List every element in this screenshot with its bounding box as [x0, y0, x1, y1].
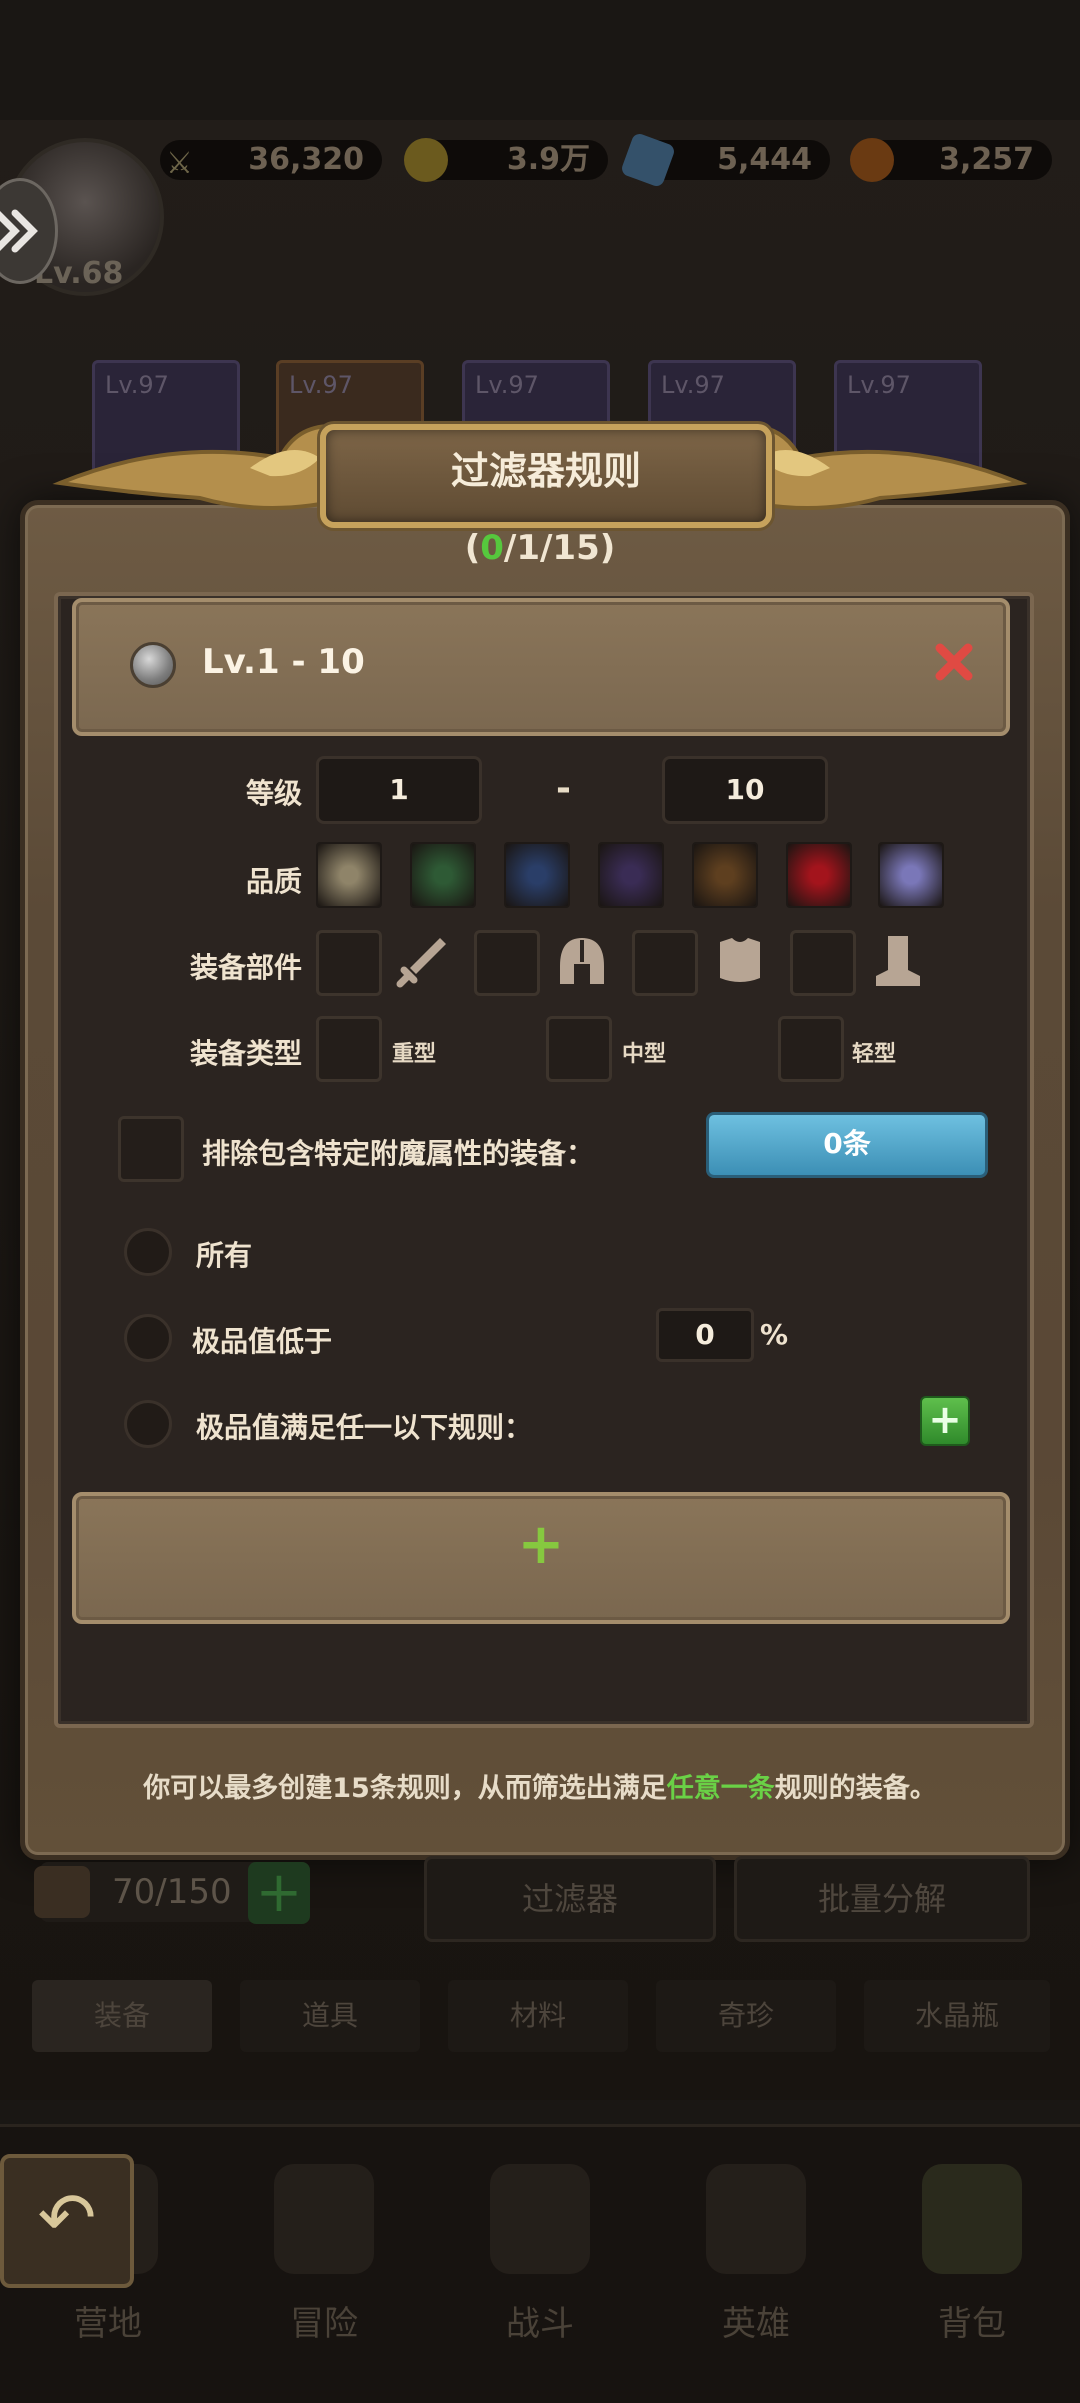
- option-all-label: 所有: [196, 1239, 253, 1272]
- option-all-radio[interactable]: [124, 1228, 172, 1276]
- orb-icon: [850, 138, 894, 182]
- tab-crystal-bottles[interactable]: 水晶瓶: [864, 1980, 1050, 2052]
- swords-icon: ⚔: [166, 146, 193, 181]
- nav-bag[interactable]: 背包: [864, 2124, 1080, 2400]
- power-display: 36,320: [160, 140, 382, 180]
- gold-coin-icon: [404, 138, 448, 182]
- helmet-icon: [552, 930, 612, 990]
- sword-icon: [392, 930, 452, 990]
- below-value-input[interactable]: 0: [656, 1308, 754, 1362]
- hero-card-level: Lv.97: [847, 371, 911, 399]
- plus-icon: +: [928, 1397, 962, 1443]
- armor-icon: [710, 930, 770, 990]
- hero-card-level: Lv.97: [289, 371, 353, 399]
- tab-materials[interactable]: 材料: [448, 1980, 628, 2052]
- quality-swatch[interactable]: [504, 842, 570, 908]
- nav-camp-label: 营地: [74, 2304, 142, 2344]
- type-medium-label: 中型: [622, 1042, 667, 1067]
- type-heavy-label: 重型: [392, 1042, 437, 1067]
- tab-treasures[interactable]: 奇珍: [656, 1980, 836, 2052]
- power-value: 36,320: [160, 140, 382, 180]
- chest-icon: [34, 1866, 90, 1918]
- boot-icon: [866, 930, 926, 990]
- nav-adventure-label: 冒险: [290, 2304, 358, 2344]
- knight-helmet-icon: [706, 2164, 806, 2274]
- nav-battle-label: 战斗: [506, 2304, 574, 2344]
- hero-card-level: Lv.97: [475, 371, 539, 399]
- expand-bag-button[interactable]: +: [248, 1862, 310, 1924]
- quality-swatch[interactable]: [598, 842, 664, 908]
- type-light-checkbox[interactable]: [778, 1016, 844, 1082]
- add-sub-rule-button[interactable]: +: [920, 1396, 970, 1446]
- quality-swatch[interactable]: [692, 842, 758, 908]
- back-button[interactable]: ↶: [0, 2154, 134, 2288]
- tab-equipment[interactable]: 装备: [32, 1980, 212, 2052]
- delete-rule-button[interactable]: [932, 640, 976, 684]
- filter-button[interactable]: 过滤器: [424, 1856, 716, 1942]
- counter-open: (: [464, 528, 481, 568]
- expand-menu-button[interactable]: [0, 178, 58, 284]
- slot-armor-checkbox[interactable]: [632, 930, 698, 996]
- map-icon: [274, 2164, 374, 2274]
- nav-adventure[interactable]: 冒险: [216, 2124, 432, 2400]
- type-medium-checkbox[interactable]: [546, 1016, 612, 1082]
- footer-note-pre: 你可以最多创建15条规则，从而筛选出满足: [143, 1773, 667, 1804]
- footer-note-highlight: 任意一条: [666, 1773, 775, 1804]
- option-below-label: 极品值低于: [192, 1325, 333, 1358]
- slot-boots-checkbox[interactable]: [790, 930, 856, 996]
- footer-note: 你可以最多创建15条规则，从而筛选出满足任意一条规则的装备。: [60, 1766, 1020, 1805]
- counter-current: 0: [480, 528, 504, 568]
- batch-dismantle-button[interactable]: 批量分解: [734, 1856, 1030, 1942]
- shield-swords-icon: [490, 2164, 590, 2274]
- plus-icon: +: [517, 1512, 565, 1577]
- quality-label: 品质: [245, 865, 302, 898]
- slot-weapon-checkbox[interactable]: [316, 930, 382, 996]
- enchant-count-button[interactable]: 0条: [706, 1112, 988, 1178]
- hero-card-level: Lv.97: [105, 371, 169, 399]
- quality-swatch[interactable]: [410, 842, 476, 908]
- footer-note-post: 规则的装备。: [774, 1773, 937, 1804]
- close-icon: [935, 643, 973, 681]
- exclude-enchant-label: 排除包含特定附魔属性的装备：: [202, 1137, 595, 1170]
- tab-items[interactable]: 道具: [240, 1980, 420, 2052]
- type-light-label: 轻型: [852, 1042, 897, 1067]
- rule-counter: (0/1/15): [0, 528, 1080, 568]
- back-arrow-icon: ↶: [37, 2177, 97, 2259]
- nav-battle[interactable]: 战斗: [432, 2124, 648, 2400]
- level-max-input[interactable]: 10: [662, 756, 828, 824]
- nav-bag-label: 背包: [938, 2304, 1006, 2344]
- rule-select-radio[interactable]: [130, 642, 176, 688]
- hero-card-level: Lv.97: [661, 371, 725, 399]
- option-match-any-label: 极品值满足任一以下规则：: [196, 1411, 533, 1444]
- type-label: 装备类型: [189, 1037, 302, 1070]
- level-min-input[interactable]: 1: [316, 756, 482, 824]
- counter-rest: /1/15): [503, 528, 616, 568]
- exclude-enchant-checkbox[interactable]: [118, 1116, 184, 1182]
- rule-title: Lv.1 - 10: [202, 642, 365, 682]
- modal-title: 过滤器规则: [450, 449, 641, 493]
- percent-sign: %: [760, 1318, 789, 1351]
- nav-heroes-label: 英雄: [722, 2304, 790, 2344]
- slot-label: 装备部件: [189, 951, 302, 984]
- nav-heroes[interactable]: 英雄: [648, 2124, 864, 2400]
- level-label: 等级: [245, 777, 302, 810]
- slot-helmet-checkbox[interactable]: [474, 930, 540, 996]
- option-below-radio[interactable]: [124, 1314, 172, 1362]
- quality-swatch[interactable]: [878, 842, 944, 908]
- option-match-any-radio[interactable]: [124, 1400, 172, 1448]
- quality-swatch[interactable]: [786, 842, 852, 908]
- double-chevron-right-icon: [0, 209, 38, 253]
- quality-swatch[interactable]: [316, 842, 382, 908]
- level-dash: -: [556, 768, 571, 809]
- backpack-icon: [922, 2164, 1022, 2274]
- type-heavy-checkbox[interactable]: [316, 1016, 382, 1082]
